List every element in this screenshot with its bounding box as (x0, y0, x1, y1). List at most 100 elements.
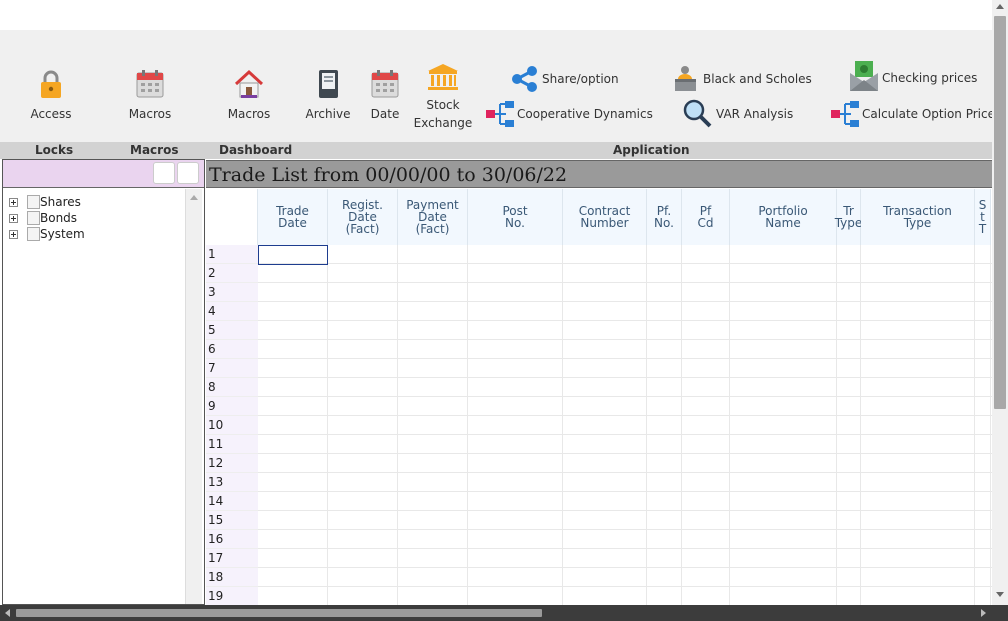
row-header[interactable]: 8 (206, 378, 258, 397)
selected-cell[interactable] (258, 245, 328, 265)
row-header[interactable]: 6 (206, 340, 258, 359)
app-window: Access Macros Macros Archive Date Stock … (0, 0, 1008, 621)
table-row[interactable] (258, 454, 992, 473)
column-header[interactable]: Portfolio Name (730, 189, 837, 245)
table-row[interactable] (258, 340, 992, 359)
table-row[interactable] (258, 359, 992, 378)
table-row[interactable] (258, 473, 992, 492)
trade-list-panel: Trade List from 00/00/00 to 30/06/22 Tra… (206, 159, 992, 605)
row-header[interactable]: 10 (206, 416, 258, 435)
vertical-scrollbar[interactable] (992, 0, 1008, 605)
stock-exchange-label-2: Exchange (413, 116, 473, 130)
table-row[interactable] (258, 302, 992, 321)
horizontal-scroll-thumb[interactable] (16, 609, 542, 617)
navigation-tree: Shares Bonds System (7, 194, 183, 242)
row-header[interactable]: 2 (206, 264, 258, 283)
date-button[interactable]: Date (365, 68, 405, 122)
table-row[interactable] (258, 587, 992, 605)
archive-button[interactable]: Archive (303, 68, 353, 122)
column-header[interactable]: S t T (975, 189, 991, 245)
row-header[interactable]: 16 (206, 530, 258, 549)
table-row[interactable] (258, 549, 992, 568)
tree-item-label: Shares (40, 195, 81, 209)
expand-icon[interactable] (9, 230, 18, 239)
row-header[interactable]: 12 (206, 454, 258, 473)
table-row[interactable] (258, 530, 992, 549)
stock-exchange-button[interactable]: Stock Exchange (413, 62, 473, 132)
left-panel-button-1[interactable] (153, 162, 175, 184)
column-header[interactable]: Regist. Date (Fact) (328, 189, 398, 245)
broken-image-icon (27, 211, 40, 225)
row-header[interactable]: 5 (206, 321, 258, 340)
var-analysis-label: VAR Analysis (716, 107, 794, 121)
scrollbar-corner (992, 605, 1008, 621)
row-header[interactable]: 3 (206, 283, 258, 302)
table-row[interactable] (258, 264, 992, 283)
scroll-down-arrow-icon[interactable] (996, 592, 1004, 597)
row-header[interactable]: 9 (206, 397, 258, 416)
tree-item-shares[interactable]: Shares (7, 194, 183, 210)
row-header[interactable]: 4 (206, 302, 258, 321)
scroll-left-arrow-icon[interactable] (5, 609, 10, 617)
column-header[interactable]: Pf Cd (682, 189, 730, 245)
scroll-up-arrow-icon[interactable] (996, 4, 1004, 9)
tree-item-label: Bonds (40, 211, 78, 225)
dashboard-macros-label: Macros (227, 107, 271, 121)
scroll-right-arrow-icon[interactable] (981, 609, 986, 617)
expand-icon[interactable] (9, 214, 18, 223)
left-panel-scrollbar[interactable] (185, 189, 202, 604)
column-header[interactable]: Transaction Type (861, 189, 975, 245)
share-option-button[interactable]: Share/option (510, 65, 620, 93)
calendar-icon (136, 70, 164, 98)
table-row[interactable] (258, 568, 992, 587)
row-header[interactable]: 14 (206, 492, 258, 511)
lock-icon (41, 70, 61, 98)
table-row[interactable] (258, 416, 992, 435)
calendar-icon (371, 70, 399, 98)
share-icon (512, 66, 537, 92)
table-row[interactable] (258, 492, 992, 511)
table-row[interactable] (258, 245, 992, 264)
calculate-option-prices-button[interactable]: Calculate Option Prices (831, 100, 1001, 128)
column-header[interactable]: Contract Number (563, 189, 647, 245)
row-header[interactable]: 7 (206, 359, 258, 378)
macros-button[interactable]: Macros (125, 68, 175, 122)
column-header[interactable]: Tr Type (835, 189, 862, 245)
tree-item-system[interactable]: System (7, 226, 183, 242)
table-row[interactable] (258, 283, 992, 302)
table-row[interactable] (258, 321, 992, 340)
dashboard-macros-button[interactable]: Macros (224, 68, 274, 122)
horizontal-scrollbar[interactable] (0, 605, 992, 621)
stock-exchange-label-1: Stock (426, 98, 460, 112)
magnifier-icon (683, 99, 712, 128)
row-header[interactable]: 11 (206, 435, 258, 454)
ribbon-group-labels: Locks Macros Dashboard Application (0, 142, 992, 159)
column-header[interactable]: Trade Date (258, 189, 328, 245)
column-header[interactable]: Pf. No. (647, 189, 682, 245)
row-header[interactable]: 15 (206, 511, 258, 530)
group-label-macros: Macros (130, 143, 179, 157)
black-scholes-button[interactable]: Black and Scholes (672, 65, 812, 93)
tree-item-bonds[interactable]: Bonds (7, 210, 183, 226)
vertical-scroll-thumb[interactable] (994, 16, 1006, 409)
table-row[interactable] (258, 511, 992, 530)
column-header[interactable]: Payment Date (Fact) (398, 189, 468, 245)
table-row[interactable] (258, 435, 992, 454)
left-panel-button-2[interactable] (177, 162, 199, 184)
table-row[interactable] (258, 378, 992, 397)
var-analysis-button[interactable]: VAR Analysis (682, 98, 794, 128)
row-header[interactable]: 18 (206, 568, 258, 587)
scroll-up-arrow-icon[interactable] (190, 195, 198, 200)
group-label-application: Application (613, 143, 690, 157)
cooperative-dynamics-button[interactable]: Cooperative Dynamics (486, 100, 653, 128)
table-row[interactable] (258, 397, 992, 416)
row-header[interactable]: 13 (206, 473, 258, 492)
row-header[interactable]: 19 (206, 587, 258, 605)
column-header[interactable]: Post No. (468, 189, 563, 245)
checking-prices-button[interactable]: Checking prices (849, 60, 979, 92)
row-header[interactable]: 1 (206, 245, 258, 264)
access-button[interactable]: Access (26, 68, 76, 122)
expand-icon[interactable] (9, 198, 18, 207)
archive-label: Archive (305, 107, 351, 121)
row-header[interactable]: 17 (206, 549, 258, 568)
